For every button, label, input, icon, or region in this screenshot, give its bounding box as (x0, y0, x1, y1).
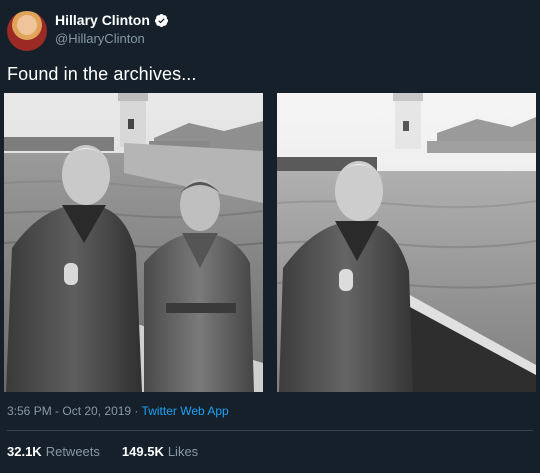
photo-left-scene (4, 93, 263, 392)
photo-right-scene (277, 93, 536, 392)
tweet-time[interactable]: 3:56 PM (7, 404, 52, 418)
tweet-photo-left[interactable] (4, 93, 263, 392)
tweet-card: Hillary Clinton @HillaryClinton Found in… (0, 0, 540, 473)
retweets-count: 32.1K (7, 444, 42, 459)
likes-count: 149.5K (121, 444, 164, 459)
engagement-stats: 32.1K Retweets 149.5K Likes (7, 444, 198, 459)
verified-badge-icon (154, 13, 169, 28)
likes-stat[interactable]: 149.5K Likes (122, 444, 198, 459)
retweets-label: Retweets (45, 444, 100, 459)
tweet-source-link[interactable]: Twitter Web App (142, 404, 229, 418)
meta-separator: - (51, 404, 63, 418)
retweets-stat[interactable]: 32.1K Retweets (7, 444, 100, 459)
tweet-date[interactable]: Oct 20, 2019 (62, 404, 131, 418)
divider (7, 430, 533, 431)
display-name[interactable]: Hillary Clinton (55, 12, 150, 28)
tweet-text: Found in the archives... (7, 64, 197, 84)
meta-dot: · (131, 404, 142, 418)
user-handle[interactable]: @HillaryClinton (55, 31, 145, 46)
likes-label: Likes (167, 444, 199, 459)
tweet-meta: 3:56 PM - Oct 20, 2019 · Twitter Web App (7, 404, 229, 418)
author-row: Hillary Clinton (55, 12, 169, 28)
avatar[interactable] (7, 11, 47, 51)
tweet-photo-right[interactable] (277, 93, 536, 392)
